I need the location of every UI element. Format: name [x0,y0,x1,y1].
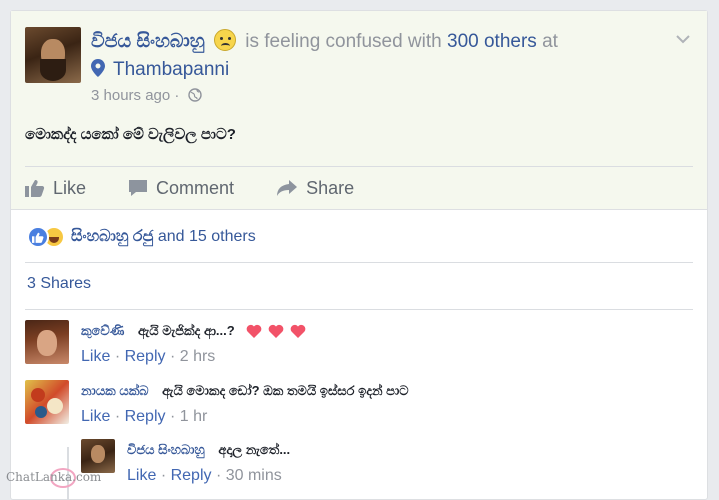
heart-emojis [246,324,312,338]
feeling-text: is feeling confused with [245,31,442,52]
comment-label: Comment [156,177,235,198]
heart-icon [246,324,262,338]
comment-like-link[interactable]: Like [81,348,110,365]
comment-like-link[interactable]: Like [81,408,110,425]
location-pin-icon [91,59,105,77]
post-header-area: විජය සිංහබාහු is feeling confused with 3… [11,11,707,209]
share-button[interactable]: Share [276,178,354,199]
divider [25,166,693,167]
separator-dot: · [215,467,222,484]
separator-dot: · [114,348,121,365]
post-author-name[interactable]: විජය සිංහබාහු [91,31,205,52]
comment-time[interactable]: 30 mins [226,467,282,484]
comment-reply-link[interactable]: Reply [125,408,166,425]
timestamp-text: 3 hours ago [91,87,171,104]
reactions-names: සිංහබාහු රජු [71,228,154,245]
post-header-line: විජය සිංහබාහු is feeling confused with 3… [91,29,558,55]
like-reaction-icon [27,226,49,248]
like-label: Like [53,177,87,198]
globe-icon [187,88,202,102]
thumbs-up-icon [25,180,45,197]
comment-reply-link[interactable]: Reply [125,348,166,365]
comment-author[interactable]: කුවේණි [81,323,124,338]
confused-face-icon [213,29,236,51]
reactions-others: and 15 others [157,228,256,245]
location-name: Thambapanni [113,59,230,80]
comment-time[interactable]: 2 hrs [180,348,216,365]
shares-link[interactable]: 3 Shares [27,275,91,293]
comment-bubble-icon [129,180,148,196]
at-text: at [542,31,558,52]
heart-icon [268,324,284,338]
comment-button[interactable]: Comment [128,178,234,199]
commenter-avatar[interactable] [25,320,69,364]
heart-icon [290,324,306,338]
comment-text: ඇයි මොකද ඩෝ? ඔක තමයි ඉස්සර ඉදන් පාට [162,383,409,398]
share-arrow-icon [277,180,298,196]
post-card: විජය සිංහබාහු is feeling confused with 3… [10,10,708,500]
comment-author[interactable]: නායක යක්බ [81,383,149,398]
author-avatar[interactable] [25,27,81,83]
commenter-avatar[interactable] [25,380,69,424]
divider [25,309,693,310]
watermark: ChatLanka.com [6,470,102,484]
separator-dot: · [114,408,121,425]
divider [25,262,693,263]
replier-avatar[interactable] [81,439,115,473]
separator-dot: · [169,408,176,425]
comment-like-link[interactable]: Like [127,467,156,484]
section-separator [11,209,707,210]
separator-dot: · [169,348,176,365]
tagged-others-link[interactable]: 300 others [447,31,537,52]
separator-dot: · [160,467,167,484]
separator-dot: · [174,87,180,104]
post-text: මොකද්ද යකෝ මේ වැලිවල පාට? [25,126,236,143]
reactions-text[interactable]: සිංහබාහු රජු and 15 others [71,228,256,246]
post-timestamp[interactable]: 3 hours ago · [91,86,202,106]
post-actions-bar: Like Comment Share [25,174,396,202]
location-link[interactable]: Thambapanni [91,57,229,83]
comment-text: ඇයි මැජික්ද ආ...? [137,323,235,338]
comment-time[interactable]: 1 hr [180,408,208,425]
reactions-summary[interactable]: සිංහබාහු රජු and 15 others [27,225,256,249]
chevron-down-icon[interactable] [675,31,691,47]
share-label: Share [306,177,355,198]
comment-text: අදාල නැතේ... [218,442,291,457]
comment-reply-link[interactable]: Reply [171,467,212,484]
comment-author[interactable]: විජය සිංහබාහු [127,442,205,457]
like-button[interactable]: Like [25,178,86,199]
